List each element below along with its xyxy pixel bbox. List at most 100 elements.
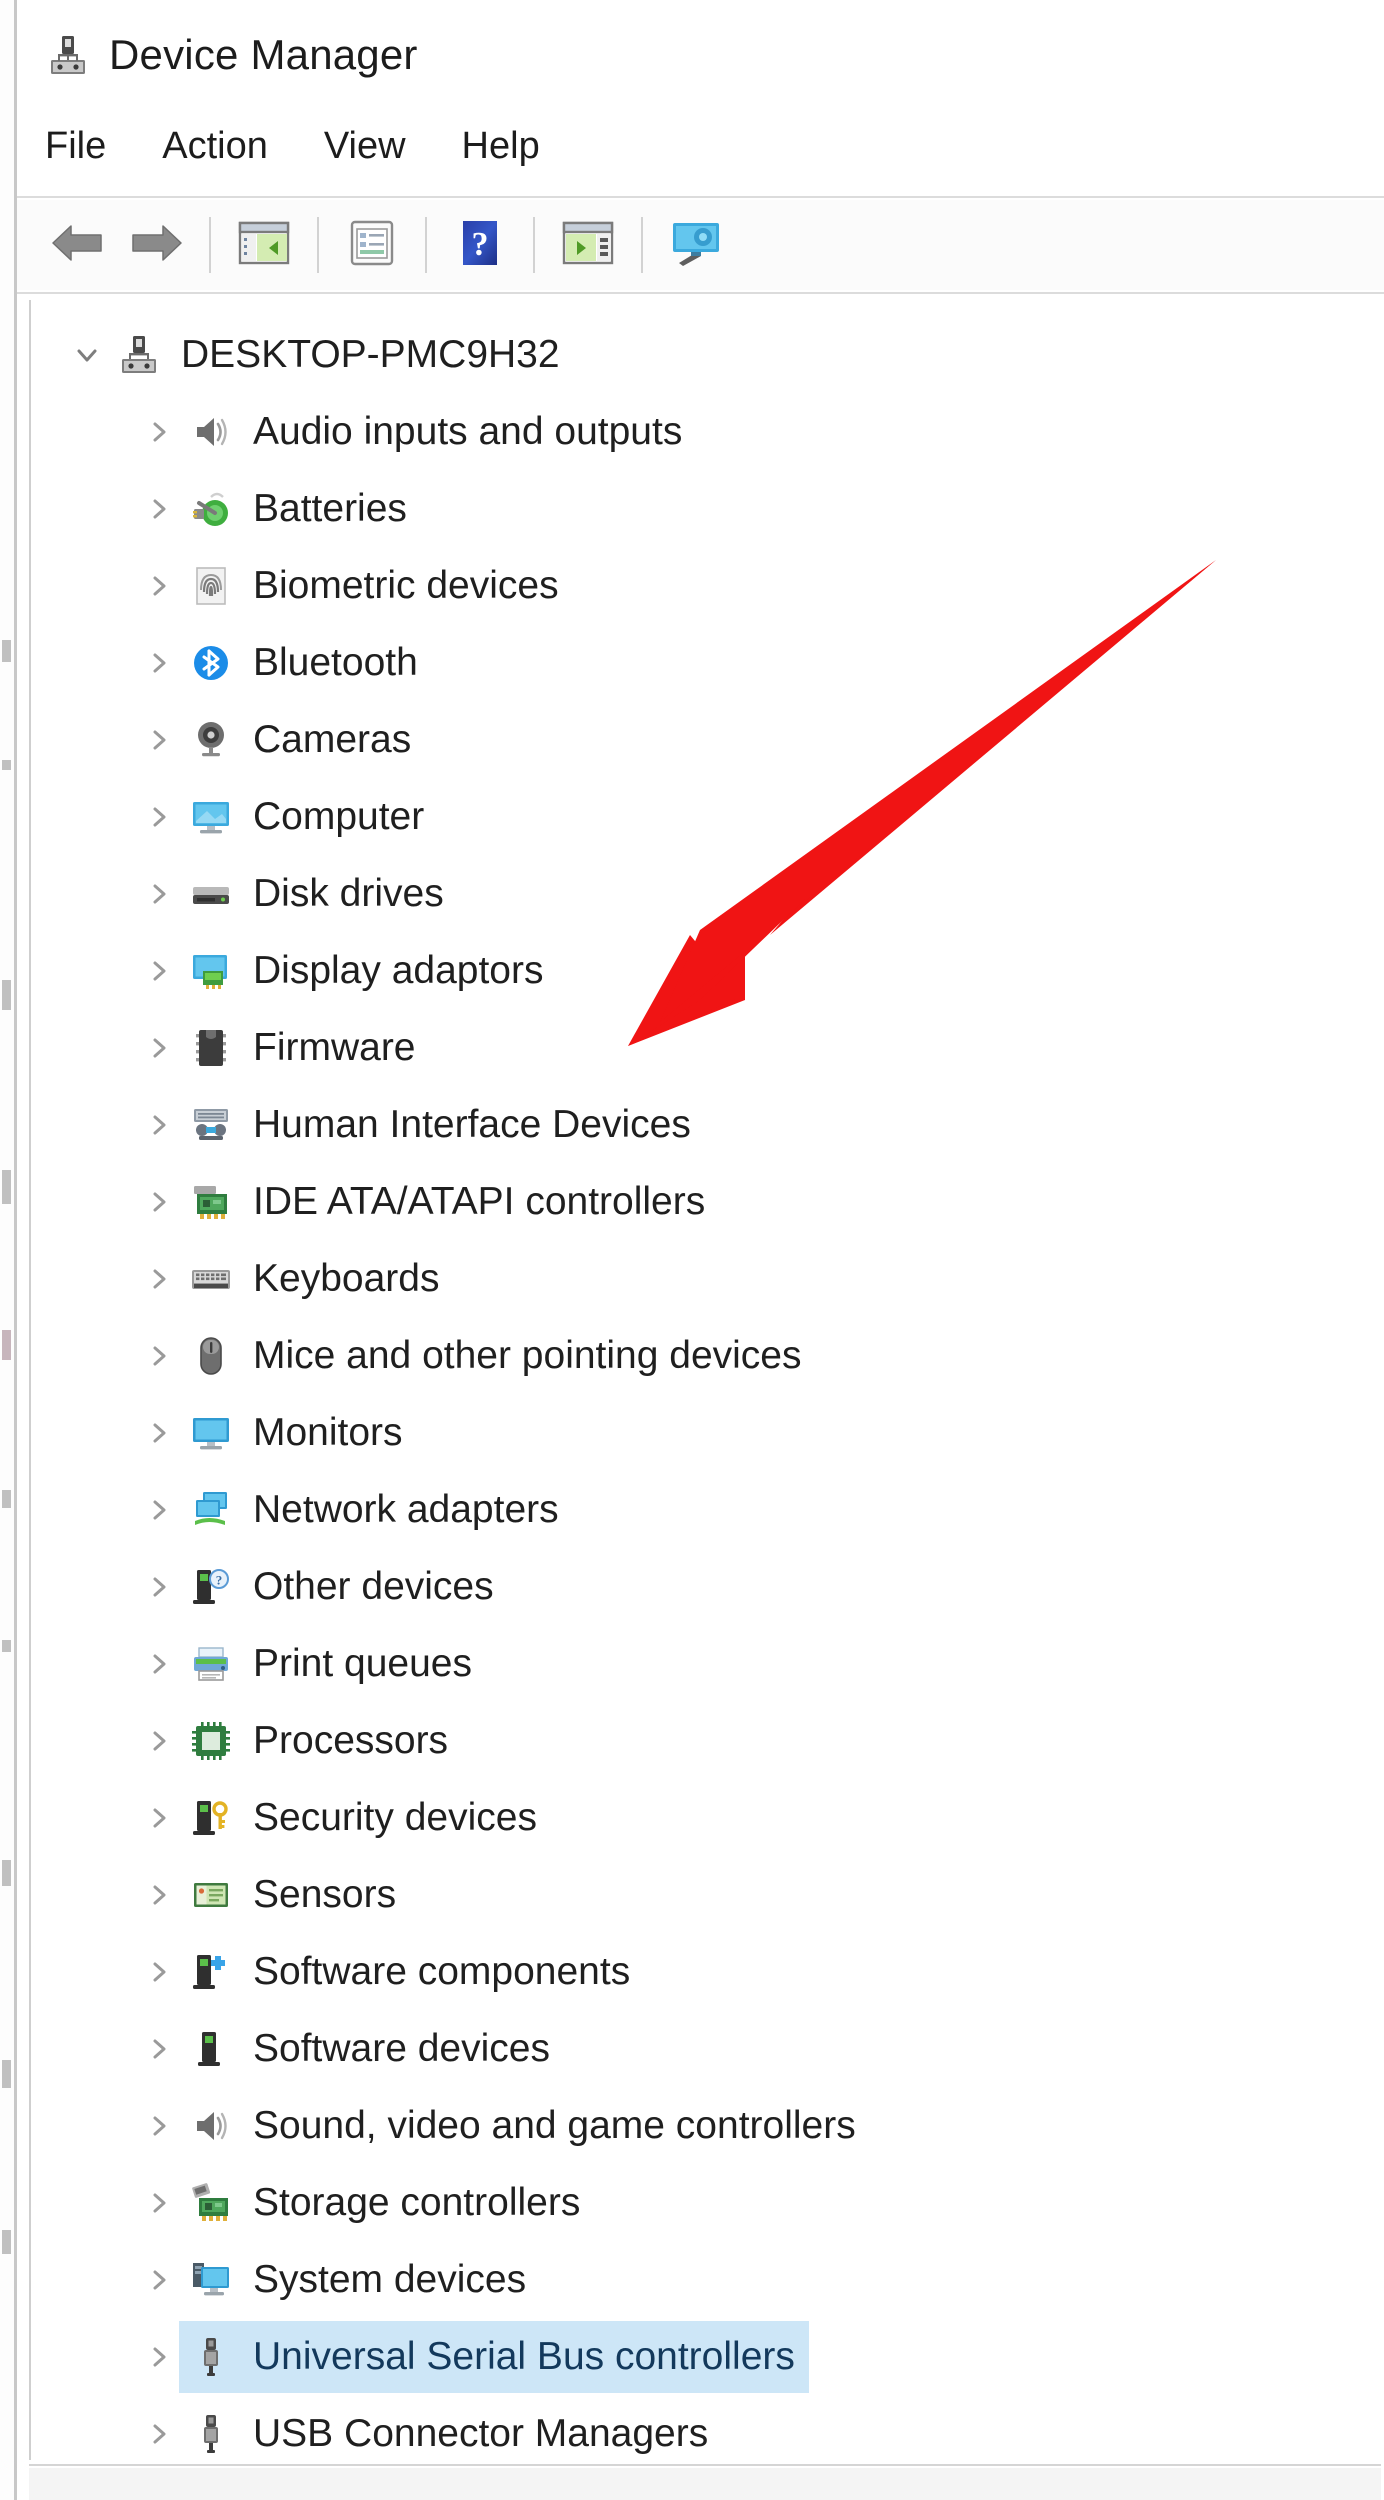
display-adapter-icon (189, 949, 233, 993)
security-device-icon (189, 1796, 233, 1840)
tree-item-other-devices[interactable]: ? Other devices (31, 1548, 1379, 1625)
chevron-right-icon[interactable] (139, 1650, 179, 1678)
chevron-right-icon[interactable] (139, 2266, 179, 2294)
toolbar-separator (641, 217, 643, 273)
tree-item-label: Processors (253, 1719, 449, 1762)
forward-button[interactable] (117, 210, 195, 280)
chevron-right-icon[interactable] (139, 1573, 179, 1601)
chevron-right-icon[interactable] (139, 1265, 179, 1293)
device-tree[interactable]: DESKTOP-PMC9H32 Audio inputs and outputs… (29, 300, 1379, 2460)
menu-bar: File Action View Help (17, 110, 1384, 182)
status-bar (29, 2468, 1381, 2500)
tree-item-label: IDE ATA/ATAPI controllers (253, 1180, 706, 1223)
tree-item-label: Universal Serial Bus controllers (253, 2335, 795, 2378)
tree-item-print-queues[interactable]: Print queues (31, 1625, 1379, 1702)
show-hide-console-tree-button[interactable] (225, 210, 303, 280)
tree-item-keyboards[interactable]: Keyboards (31, 1240, 1379, 1317)
tree-item-label: Biometric devices (253, 564, 559, 607)
update-driver-icon (667, 218, 725, 273)
back-button[interactable] (39, 210, 117, 280)
menu-view[interactable]: View (324, 125, 406, 168)
chevron-right-icon[interactable] (139, 649, 179, 677)
tree-item-label: Keyboards (253, 1257, 440, 1300)
hid-icon (189, 1103, 233, 1147)
window-title: Device Manager (109, 31, 418, 78)
software-component-icon (189, 1950, 233, 1994)
chevron-right-icon[interactable] (139, 957, 179, 985)
tree-item-label: Batteries (253, 487, 407, 530)
tree-item-batteries[interactable]: Batteries (31, 470, 1379, 547)
tree-item-label: Print queues (253, 1642, 472, 1685)
chevron-right-icon[interactable] (139, 2420, 179, 2448)
tree-item-human-interface-devices[interactable]: Human Interface Devices (31, 1086, 1379, 1163)
chevron-right-icon[interactable] (139, 1419, 179, 1447)
chevron-right-icon[interactable] (139, 495, 179, 523)
background-page-sliver (0, 0, 14, 2500)
tree-item-monitors[interactable]: Monitors (31, 1394, 1379, 1471)
properties-button[interactable] (333, 210, 411, 280)
chevron-right-icon[interactable] (139, 2035, 179, 2063)
tree-item-ide-ata-atapi-controllers[interactable]: IDE ATA/ATAPI controllers (31, 1163, 1379, 1240)
tree-item-software-components[interactable]: Software components (31, 1933, 1379, 2010)
tree-item-label: Audio inputs and outputs (253, 410, 683, 453)
chevron-right-icon[interactable] (139, 803, 179, 831)
chevron-right-icon[interactable] (139, 1804, 179, 1832)
tree-item-display-adaptors[interactable]: Display adaptors (31, 932, 1379, 1009)
tree-item-universal-serial-bus-controllers[interactable]: Universal Serial Bus controllers (31, 2318, 1379, 2395)
tree-item-storage-controllers[interactable]: Storage controllers (31, 2164, 1379, 2241)
tree-root-node[interactable]: DESKTOP-PMC9H32 (31, 316, 1379, 393)
help-button[interactable]: ? (441, 210, 519, 280)
tree-item-computer[interactable]: Computer (31, 778, 1379, 855)
ide-controller-icon (189, 1180, 233, 1224)
usb-icon (189, 2335, 233, 2379)
chevron-right-icon[interactable] (139, 1727, 179, 1755)
tree-item-audio-inputs-and-outputs[interactable]: Audio inputs and outputs (31, 393, 1379, 470)
tree-item-system-devices[interactable]: System devices (31, 2241, 1379, 2318)
tree-item-bluetooth[interactable]: Bluetooth (31, 624, 1379, 701)
chevron-right-icon[interactable] (139, 572, 179, 600)
toolbar-separator (209, 217, 211, 273)
forward-arrow-icon (127, 217, 185, 274)
tree-item-label: Software devices (253, 2027, 550, 2070)
scan-for-hardware-changes-button[interactable] (549, 210, 627, 280)
tree-item-mice-and-other-pointing-devices[interactable]: Mice and other pointing devices (31, 1317, 1379, 1394)
toolbar: ? (17, 200, 1384, 290)
menu-help[interactable]: Help (462, 125, 540, 168)
tree-item-disk-drives[interactable]: Disk drives (31, 855, 1379, 932)
chevron-right-icon[interactable] (139, 726, 179, 754)
chevron-right-icon[interactable] (139, 418, 179, 446)
menubar-divider (17, 196, 1384, 198)
chevron-right-icon[interactable] (139, 880, 179, 908)
tree-item-usb-connector-managers[interactable]: USB Connector Managers (31, 2395, 1379, 2460)
update-driver-button[interactable] (657, 210, 735, 280)
chevron-right-icon[interactable] (139, 2343, 179, 2371)
network-adapter-icon (189, 1488, 233, 1532)
battery-icon (189, 487, 233, 531)
tree-item-firmware[interactable]: Firmware (31, 1009, 1379, 1086)
tree-item-biometric-devices[interactable]: Biometric devices (31, 547, 1379, 624)
tree-item-software-devices[interactable]: Software devices (31, 2010, 1379, 2087)
tree-item-sensors[interactable]: Sensors (31, 1856, 1379, 1933)
chevron-right-icon[interactable] (139, 1111, 179, 1139)
chevron-right-icon[interactable] (139, 2112, 179, 2140)
chevron-down-icon[interactable] (67, 341, 107, 369)
chevron-right-icon[interactable] (139, 1496, 179, 1524)
tree-item-label: Security devices (253, 1796, 537, 1839)
monitor-icon (189, 795, 233, 839)
toolbar-separator (425, 217, 427, 273)
chevron-right-icon[interactable] (139, 1188, 179, 1216)
tree-item-network-adapters[interactable]: Network adapters (31, 1471, 1379, 1548)
chevron-right-icon[interactable] (139, 1881, 179, 1909)
tree-item-label: System devices (253, 2258, 527, 2301)
chevron-right-icon[interactable] (139, 1342, 179, 1370)
tree-item-sound-video-and-game-controllers[interactable]: Sound, video and game controllers (31, 2087, 1379, 2164)
chevron-right-icon[interactable] (139, 1034, 179, 1062)
tree-item-processors[interactable]: Processors (31, 1702, 1379, 1779)
tree-item-cameras[interactable]: Cameras (31, 701, 1379, 778)
chevron-right-icon[interactable] (139, 1958, 179, 1986)
menu-file[interactable]: File (45, 125, 106, 168)
device-manager-screenshot: Device Manager File Action View Help ? D… (0, 0, 1384, 2500)
menu-action[interactable]: Action (162, 125, 268, 168)
chevron-right-icon[interactable] (139, 2189, 179, 2217)
tree-item-security-devices[interactable]: Security devices (31, 1779, 1379, 1856)
